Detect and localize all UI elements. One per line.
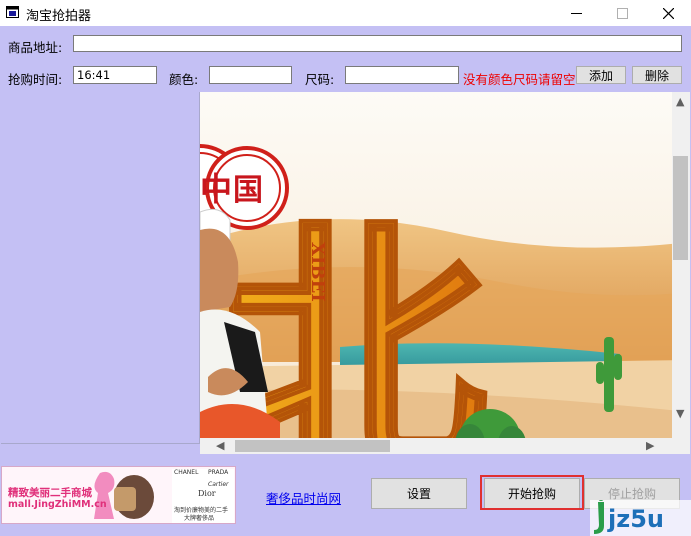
warning-text: 没有颜色尺码请留空 xyxy=(463,72,576,87)
browser-view[interactable]: 中 国 北 XIBEI xyxy=(200,92,690,454)
start-button-highlight xyxy=(480,475,584,510)
banner-vertical-text: XIBEI xyxy=(307,242,328,302)
ad-brand-1: CHANEL xyxy=(174,469,199,476)
scroll-up-icon[interactable]: ▲ xyxy=(676,96,684,108)
app-icon xyxy=(6,6,19,18)
ad-brand-2: PRADA xyxy=(208,469,229,476)
url-input[interactable] xyxy=(73,35,682,52)
size-label: 尺码: xyxy=(305,72,335,87)
vertical-scrollbar[interactable] xyxy=(672,92,690,438)
ad-banner[interactable]: 精致美丽二手商城 mall.JingZhiMM.cn CHANEL PRADA … xyxy=(1,466,236,524)
scroll-corner xyxy=(672,438,690,454)
task-list[interactable] xyxy=(1,92,200,444)
ad-brand-3: Dior xyxy=(198,489,216,498)
logo-text: jz5u xyxy=(607,505,664,533)
time-label: 抢购时间: xyxy=(8,72,63,87)
maximize-button[interactable] xyxy=(599,0,645,26)
size-input[interactable] xyxy=(345,66,459,84)
scroll-right-icon[interactable]: ▶ xyxy=(646,440,654,452)
horizontal-scroll-thumb[interactable] xyxy=(235,440,390,452)
scroll-down-icon[interactable]: ▼ xyxy=(676,408,684,420)
ad-line-1: 精致美丽二手商城 xyxy=(8,487,92,499)
jz5u-logo-icon: jz5u xyxy=(590,495,691,536)
luxury-site-link[interactable]: 奢侈品时尚网 xyxy=(266,488,341,507)
ad-brand-4: Cartier xyxy=(208,481,229,488)
vertical-scroll-thumb[interactable] xyxy=(673,156,688,260)
color-label: 颜色: xyxy=(169,72,199,87)
minimize-icon xyxy=(570,12,582,14)
scroll-left-icon[interactable]: ◀ xyxy=(216,440,224,452)
add-button[interactable]: 添加 xyxy=(576,66,626,84)
watermark-logo: jz5u xyxy=(590,495,691,536)
color-input[interactable] xyxy=(209,66,292,84)
delete-button[interactable]: 删除 xyxy=(632,66,682,84)
main-window: 淘宝抢拍器 商品地址: 抢购时间: 16:41 颜色: 尺码: 没有颜色尺码请留… xyxy=(0,0,691,536)
ad-line-2: mall.JingZhiMM.cn xyxy=(8,499,107,510)
url-label: 商品地址: xyxy=(8,40,63,55)
settings-button[interactable]: 设置 xyxy=(371,478,467,509)
ad-tagline-2: 大牌奢侈品 xyxy=(184,515,215,522)
banner-image: 中 国 北 XIBEI xyxy=(200,92,690,454)
title-bar: 淘宝抢拍器 xyxy=(0,0,691,26)
window-title: 淘宝抢拍器 xyxy=(26,9,92,24)
time-input[interactable]: 16:41 xyxy=(73,66,157,84)
close-icon xyxy=(662,7,674,19)
close-button[interactable] xyxy=(645,0,691,26)
maximize-icon xyxy=(616,7,628,19)
minimize-button[interactable] xyxy=(553,0,599,26)
